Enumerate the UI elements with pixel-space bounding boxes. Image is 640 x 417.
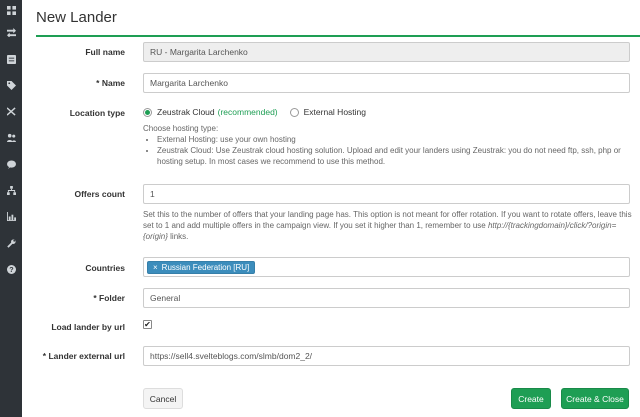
countries-select[interactable]: × Russian Federation [RU] xyxy=(143,257,630,277)
location-type-label: Location type xyxy=(69,108,125,118)
location-help-item: Zeustrak Cloud: Use Zeustrak cloud hosti… xyxy=(157,145,633,167)
remove-tag-icon[interactable]: × xyxy=(153,263,158,272)
external-hosting-radio[interactable] xyxy=(289,107,299,117)
zeustrak-cloud-radio[interactable] xyxy=(143,107,152,117)
svg-text:?: ? xyxy=(9,265,13,274)
zeustrak-cloud-label[interactable]: Zeustrak Cloud xyxy=(157,107,215,117)
offers-count-input[interactable]: 1 xyxy=(143,184,630,204)
cancel-button[interactable]: Cancel xyxy=(143,388,183,409)
load-by-url-label: Load lander by url xyxy=(51,322,125,332)
full-name-value: RU - Margarita Larchenko xyxy=(150,47,248,57)
dashboard-icon[interactable] xyxy=(4,3,18,17)
recommended-note: (recommended) xyxy=(217,107,278,117)
title-divider xyxy=(36,35,640,37)
load-by-url-checkbox[interactable]: ✔ xyxy=(143,320,152,329)
country-tag-label: Russian Federation [RU] xyxy=(161,262,250,272)
wrench-icon[interactable] xyxy=(4,236,18,250)
chart-icon[interactable] xyxy=(4,209,18,223)
folder-label: * Folder xyxy=(93,293,125,303)
name-input[interactable]: Margarita Larchenko xyxy=(143,73,630,93)
offers-help: Set this to the number of offers that yo… xyxy=(143,209,633,242)
countries-label: Countries xyxy=(85,263,125,273)
main-content: New Lander Full name RU - Margarita Larc… xyxy=(22,0,640,417)
external-url-input[interactable]: https://sell4.svelteblogs.com/slmb/dom2_… xyxy=(143,346,630,366)
offers-count-label: Offers count xyxy=(74,189,125,199)
tag-icon[interactable] xyxy=(4,78,18,92)
page-title: New Lander xyxy=(36,9,117,26)
shuffle-icon[interactable] xyxy=(4,104,18,118)
country-tag: × Russian Federation [RU] xyxy=(147,260,256,274)
sitemap-icon[interactable] xyxy=(4,183,18,197)
create-close-button[interactable]: Create & Close xyxy=(561,388,629,409)
offers-help-suffix: links. xyxy=(167,232,189,241)
folder-select[interactable]: General xyxy=(143,288,630,308)
chat-icon[interactable] xyxy=(4,157,18,171)
sidebar: ? xyxy=(0,0,22,417)
name-label: * Name xyxy=(96,78,125,88)
transfer-icon[interactable] xyxy=(4,25,18,39)
name-value: Margarita Larchenko xyxy=(150,78,228,88)
location-help-title: Choose hosting type: xyxy=(143,124,219,133)
folder-value: General xyxy=(150,293,181,303)
offers-count-value: 1 xyxy=(150,189,155,199)
users-icon[interactable] xyxy=(4,130,18,144)
full-name-field: RU - Margarita Larchenko xyxy=(143,42,630,62)
location-help-item: External Hosting: use your own hosting xyxy=(157,134,633,145)
help-icon[interactable]: ? xyxy=(4,262,18,276)
checkmark-icon: ✔ xyxy=(144,319,151,329)
list-icon[interactable] xyxy=(4,52,18,66)
external-url-value: https://sell4.svelteblogs.com/slmb/dom2_… xyxy=(150,351,313,361)
external-hosting-label[interactable]: External Hosting xyxy=(304,107,366,117)
location-type-options: Zeustrak Cloud (recommended) External Ho… xyxy=(143,107,366,117)
external-url-label: * Lander external url xyxy=(42,351,125,361)
create-button[interactable]: Create xyxy=(511,388,551,409)
location-help: Choose hosting type: External Hosting: u… xyxy=(143,123,633,167)
full-name-label: Full name xyxy=(85,47,125,57)
